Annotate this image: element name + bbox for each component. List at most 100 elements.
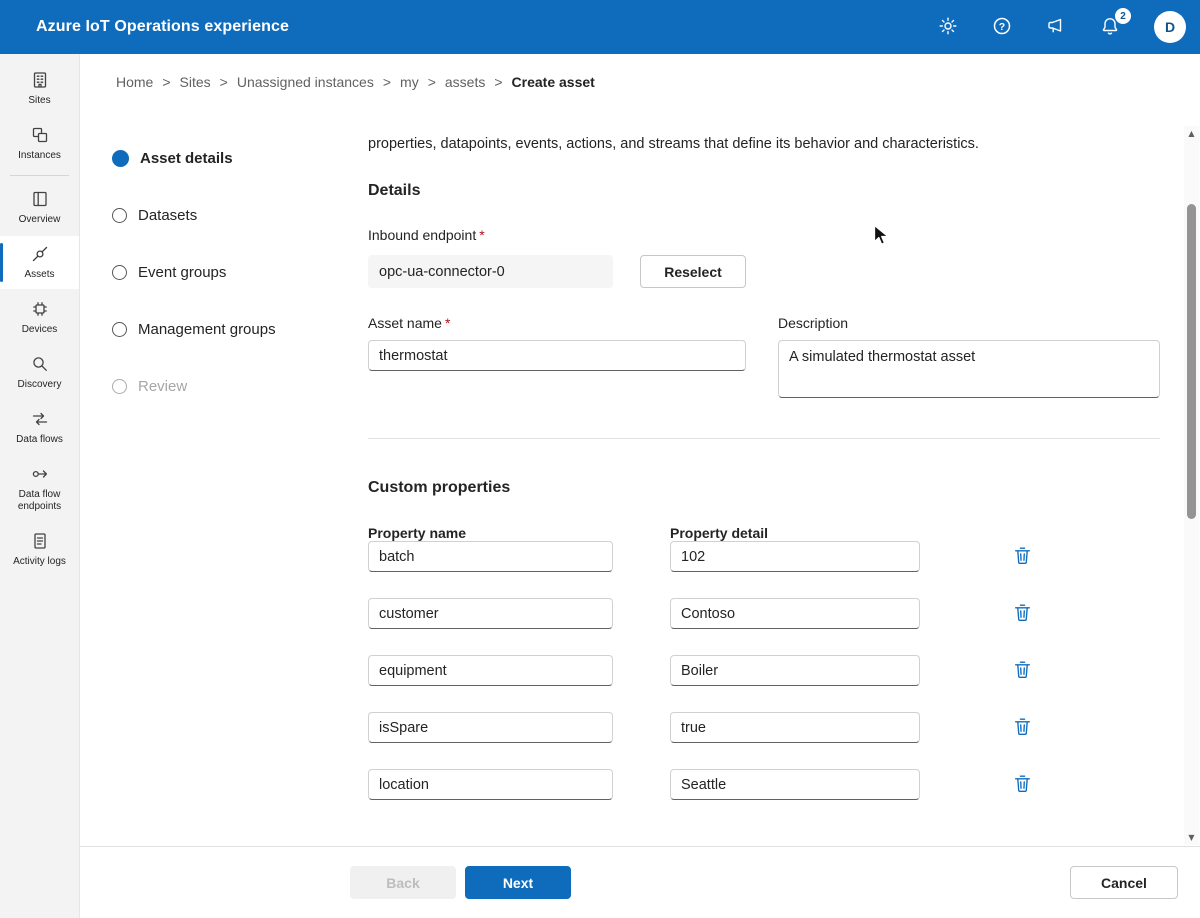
step-indicator [112,150,129,167]
top-app-bar: Azure IoT Operations experience ? 2 D [0,0,1200,54]
property-detail-input[interactable] [670,712,920,743]
breadcrumb-item-sites[interactable]: Sites [180,74,211,90]
next-button[interactable]: Next [465,866,571,899]
step-label: Datasets [138,207,198,224]
property-name-input[interactable] [368,769,613,800]
sidebar-item-data-flows[interactable]: Data flows [0,401,79,454]
scroll-up-arrow[interactable] [1184,126,1199,141]
breadcrumb-separator: > [382,74,392,90]
inbound-endpoint-input[interactable] [368,255,613,288]
data-flow-endpoints-icon [30,464,50,484]
description-input[interactable]: A simulated thermostat asset [778,340,1160,398]
wizard-footer: Back Next Cancel [80,846,1200,918]
step-label: Review [138,378,188,395]
asset-name-label: Asset name * [368,315,451,331]
property-name-input[interactable] [368,598,613,629]
wizard-steps: Asset details Datasets Event groups Mana… [112,130,352,415]
delete-property-button[interactable] [1008,714,1036,742]
step-management-groups[interactable]: Management groups [112,301,352,358]
step-indicator [112,322,127,337]
reselect-button[interactable]: Reselect [640,255,746,288]
instances-icon [30,125,50,145]
rail-divider [10,175,69,176]
breadcrumb-separator: > [219,74,228,90]
breadcrumb-item-unassigned-instances[interactable]: Unassigned instances [237,74,374,90]
scroll-down-arrow[interactable] [1184,830,1199,845]
delete-property-button[interactable] [1008,543,1036,571]
property-detail-input[interactable] [670,598,920,629]
notifications-button[interactable]: 2 [1096,8,1131,41]
section-divider [368,438,1160,439]
breadcrumb-item-my[interactable]: my [400,74,419,90]
sidebar-item-assets[interactable]: Assets [0,236,79,289]
create-asset-form: properties, datapoints, events, actions,… [368,130,1160,826]
breadcrumb: Home > Sites > Unassigned instances > my… [80,54,1200,110]
details-heading: Details [368,182,421,199]
sidebar-item-overview[interactable]: Overview [0,181,79,234]
overview-icon [30,189,50,209]
app-title: Azure IoT Operations experience [36,18,289,35]
cancel-button[interactable]: Cancel [1070,866,1178,899]
step-label: Management groups [138,321,276,338]
property-detail-input[interactable] [670,541,920,572]
sidebar-item-instances[interactable]: Instances [0,117,79,170]
trash-icon [1012,602,1033,626]
property-name-input[interactable] [368,541,613,572]
trash-icon [1012,545,1033,569]
inbound-endpoint-label: Inbound endpoint * [368,227,485,243]
sidebar-item-discovery[interactable]: Discovery [0,346,79,399]
vertical-scrollbar [1184,126,1199,845]
property-name-input[interactable] [368,712,613,743]
gear-icon [938,16,958,39]
step-indicator [112,208,127,223]
property-row [368,769,1160,800]
step-asset-details[interactable]: Asset details [112,130,352,187]
breadcrumb-item-assets[interactable]: assets [445,74,485,90]
step-indicator [112,379,127,394]
custom-properties-headers: Property name Property detail [368,525,1160,541]
feedback-button[interactable] [1042,13,1070,41]
property-row [368,655,1160,686]
step-datasets[interactable]: Datasets [112,187,352,244]
sidebar-item-label: Assets [24,269,55,280]
property-detail-input[interactable] [670,655,920,686]
sidebar-item-label: Sites [28,95,51,106]
sidebar-item-activity-logs[interactable]: Activity logs [0,523,79,576]
intro-text: properties, datapoints, events, actions,… [368,136,979,152]
property-row [368,598,1160,629]
sidebar-item-data-flow-endpoints[interactable]: Data flow endpoints [0,456,79,521]
asset-name-input[interactable] [368,340,746,371]
delete-property-button[interactable] [1008,657,1036,685]
sidebar-item-label: Devices [21,324,58,335]
scrollbar-thumb[interactable] [1187,204,1196,519]
avatar-initial: D [1164,19,1176,35]
trash-icon [1012,659,1033,683]
breadcrumb-item-home[interactable]: Home [116,74,153,90]
svg-text:?: ? [999,20,1005,32]
sidebar-item-label: Overview [18,214,61,225]
breadcrumb-separator: > [427,74,436,90]
sidebar-item-devices[interactable]: Devices [0,291,79,344]
delete-property-button[interactable] [1008,600,1036,628]
delete-property-button[interactable] [1008,771,1036,799]
account-avatar[interactable]: D [1154,11,1186,43]
step-event-groups[interactable]: Event groups [112,244,352,301]
help-icon: ? [992,16,1012,39]
inbound-endpoint-row: Reselect [368,255,1160,288]
property-name-input[interactable] [368,655,613,686]
sidebar-item-label: Discovery [17,379,62,390]
help-button[interactable]: ? [988,13,1016,41]
settings-button[interactable] [934,13,962,41]
property-detail-input[interactable] [670,769,920,800]
data-flows-icon [30,409,50,429]
step-review[interactable]: Review [112,358,352,415]
sidebar-item-label: Instances [18,150,61,161]
back-button[interactable]: Back [350,866,456,899]
assets-icon [30,244,50,264]
description-field: Description A simulated thermostat asset [778,315,1160,401]
breadcrumb-separator: > [162,74,171,90]
sidebar-item-sites[interactable]: Sites [0,62,79,115]
sidebar-item-label: Data flows [16,434,63,445]
description-label: Description [778,315,849,331]
devices-icon [30,299,50,319]
